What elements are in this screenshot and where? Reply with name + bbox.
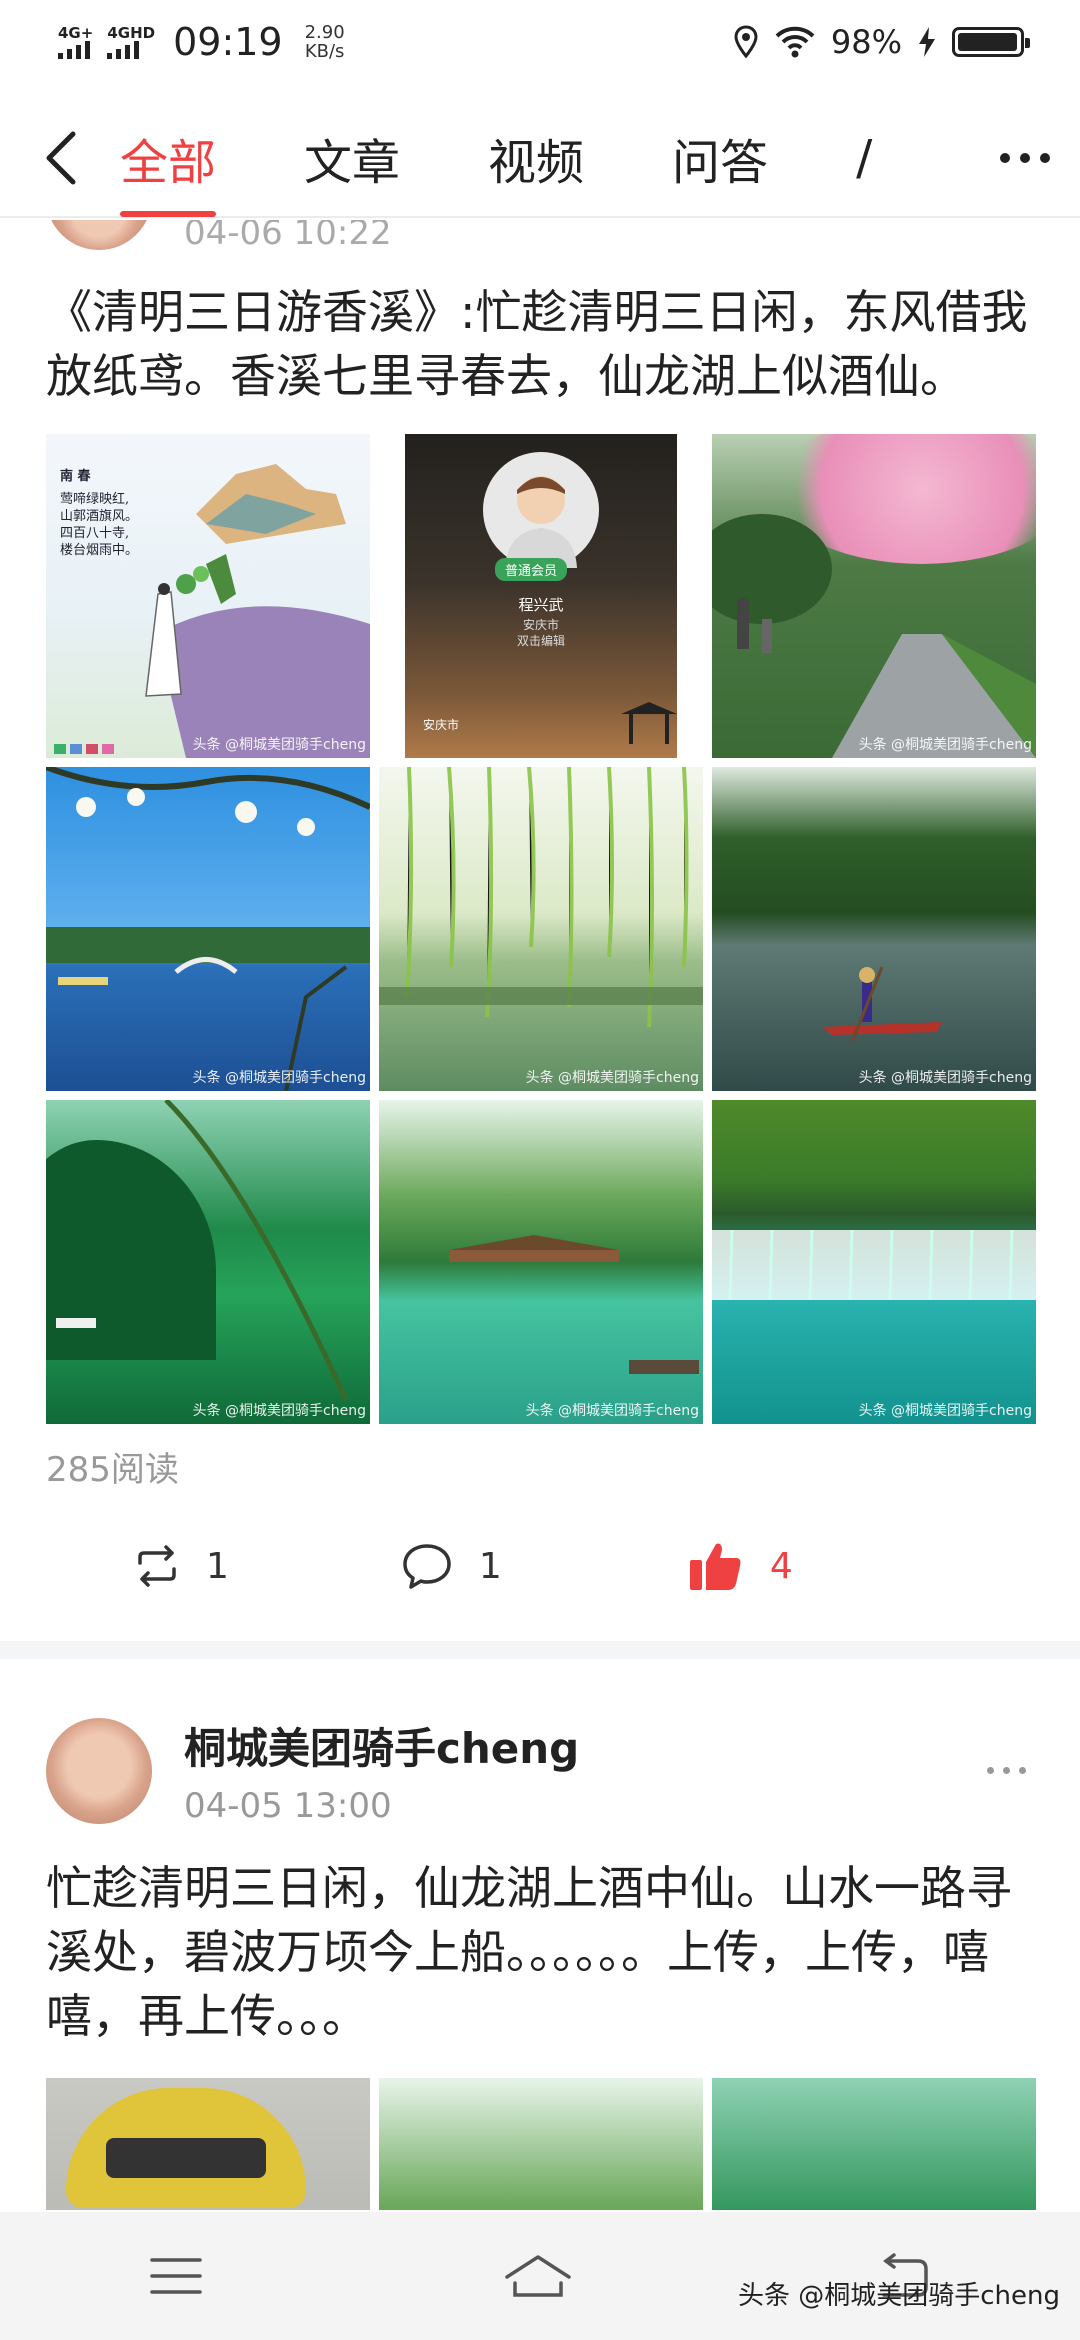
status-bar: 4G+ 4GHD 09:19 2.90 KB/s 98% (0, 0, 1080, 84)
post-text: 忙趁清明三日闲，仙龙湖上酒中仙。山水一路寻溪处，碧波万顷今上船。。。。。。上传，… (46, 1861, 1012, 2043)
pavilion-icon (621, 702, 677, 744)
image-watermark: 头条 @桐城美团骑手cheng (525, 1070, 699, 1086)
post-time: 04-05 13:00 (184, 1786, 392, 1826)
covered-bridge-image[interactable] (379, 2078, 703, 2210)
comment-count: 1 (478, 1545, 502, 1587)
comment-icon (403, 1544, 451, 1589)
tab-articles[interactable]: 文章 (304, 99, 400, 217)
system-navigation-bar: 头条 @桐城美团骑手cheng (0, 2212, 1080, 2340)
comment-button[interactable]: 1 (401, 1542, 502, 1590)
menu-icon[interactable] (150, 2256, 203, 2296)
image-watermark: 头条 @桐城美团骑手cheng (192, 1403, 366, 1419)
back-arrow-icon (46, 131, 76, 185)
tab-more-partial[interactable]: / (856, 99, 872, 217)
more-dot-icon (987, 1767, 994, 1774)
member-location: 安庆市 (423, 718, 460, 732)
tab-videos[interactable]: 视频 (488, 99, 584, 217)
poem-line: 四百八十寺, (60, 526, 130, 541)
poem-text: 南 春 莺啼绿映红, 山郭酒旗风。 四百八十寺, 楼台烟雨中。 (60, 468, 138, 559)
location-icon (734, 25, 758, 59)
network-indicator-1: 4G+ (58, 25, 93, 59)
covered-bridge-image[interactable]: 头条 @桐城美团骑手cheng (379, 1100, 703, 1424)
boat-river-image[interactable]: 头条 @桐城美团骑手cheng (712, 767, 1036, 1091)
signal-bars-icon (107, 41, 140, 59)
home-icon[interactable] (503, 2253, 573, 2299)
wifi-icon (775, 26, 815, 58)
member-name: 程兴武 (518, 596, 564, 614)
user-avatar-icon (483, 452, 599, 568)
feed: 04-06 10:22 《清明三日游香溪》:忙趁清明三日闲，东风借我放纸鸢。香溪… (0, 220, 1080, 2210)
image-watermark: 头条 @桐城美团骑手cheng (525, 1403, 699, 1419)
post: 04-06 10:22 《清明三日游香溪》:忙趁清明三日闲，东风借我放纸鸢。香溪… (0, 220, 1080, 1641)
network-speed-unit: KB/s (304, 41, 345, 62)
tab-qa[interactable]: 问答 (672, 99, 768, 217)
network-speed: 2.90 KB/s (305, 23, 345, 61)
member-hint: 双击编辑 (516, 634, 565, 648)
read-count: 285阅读 (46, 1450, 179, 1490)
like-button[interactable]: 4 (688, 1540, 793, 1592)
more-dot-icon (1019, 1767, 1026, 1774)
avatar[interactable] (46, 1717, 152, 1824)
network-indicator-2: 4GHD (107, 25, 155, 59)
more-dot-icon (1000, 153, 1010, 163)
tab-bar: 全部 文章 视频 问答 / (120, 99, 930, 217)
image-watermark: 头条 @桐城美团骑手cheng (858, 1070, 1032, 1086)
charging-icon (919, 27, 935, 57)
post: 桐城美团骑手cheng 04-05 13:00 忙趁清明三日闲，仙龙湖上酒中仙。… (0, 1659, 1080, 2210)
post-actions: 1 1 4 (46, 1491, 1034, 1641)
top-navigation: 全部 文章 视频 问答 / (0, 100, 1080, 218)
poem-line: 山郭酒旗风。 (60, 509, 139, 524)
clock: 09:19 (173, 20, 283, 64)
green-gorge-image[interactable] (712, 2078, 1036, 2210)
back-button[interactable] (0, 99, 120, 217)
image-grid (46, 2078, 1036, 2210)
network-label-1: 4G+ (58, 24, 94, 42)
more-dot-icon (1020, 153, 1030, 163)
repost-icon (138, 1545, 176, 1587)
tab-all[interactable]: 全部 (120, 99, 217, 217)
battery-percent: 98% (830, 23, 902, 61)
repost-count: 1 (206, 1545, 229, 1587)
image-watermark: 头条 @桐城美团骑手cheng (192, 737, 366, 753)
network-speed-value: 2.90 (304, 22, 345, 43)
image-watermark: 头条 @桐城美团骑手cheng (858, 737, 1032, 753)
like-count: 4 (769, 1545, 793, 1587)
signal-bars-icon (58, 41, 90, 59)
battery-icon (952, 27, 1030, 57)
author-row: 桐城美团骑手cheng 04-05 13:00 (46, 1659, 1034, 1826)
waterfall-image[interactable]: 头条 @桐城美团骑手cheng (712, 1100, 1036, 1424)
more-dot-icon (1003, 1767, 1010, 1774)
poem-painting-image[interactable]: 南 春 莺啼绿映红, 山郭酒旗风。 四百八十寺, 楼台烟雨中。 头条 @桐城美团… (46, 434, 370, 758)
post-more-button[interactable] (987, 1767, 1026, 1774)
author-name[interactable]: 桐城美团骑手cheng (184, 1715, 579, 1776)
member-city: 安庆市 (522, 618, 559, 632)
page-watermark: 头条 @桐城美团骑手cheng (737, 2281, 1060, 2311)
network-label-2: 4GHD (107, 24, 156, 42)
more-dot-icon (1040, 153, 1050, 163)
green-gorge-image[interactable]: 头条 @桐城美团骑手cheng (46, 1100, 370, 1424)
poem-line: 楼台烟雨中。 (60, 543, 139, 558)
post-separator (0, 1641, 1080, 1659)
poem-line: 莺啼绿映红, (60, 492, 130, 507)
cherry-blossom-path-image[interactable]: 头条 @桐城美团骑手cheng (712, 434, 1036, 758)
post-time: 04-06 10:22 (184, 220, 392, 253)
avatar[interactable] (46, 220, 152, 250)
selfie-helmet-image[interactable] (46, 2078, 370, 2210)
poem-title: 南 春 (60, 469, 91, 484)
willow-lake-image[interactable]: 头条 @桐城美团骑手cheng (379, 767, 703, 1091)
more-options-button[interactable] (970, 99, 1080, 217)
image-watermark: 头条 @桐城美团骑手cheng (858, 1403, 1032, 1419)
image-watermark: 头条 @桐城美团骑手cheng (192, 1070, 366, 1086)
member-badge: 普通会员 (495, 558, 568, 581)
thumbs-up-icon (689, 1543, 741, 1590)
post-text: 《清明三日游香溪》:忙趁清明三日闲，东风借我放纸鸢。香溪七里寻春去，仙龙湖上似酒… (46, 285, 1028, 403)
image-grid: 南 春 莺啼绿映红, 山郭酒旗风。 四百八十寺, 楼台烟雨中。 头条 @桐城美团… (46, 434, 1036, 1424)
member-card-image[interactable]: 普通会员 程兴武 安庆市 双击编辑 安庆市 (379, 434, 703, 758)
repost-button[interactable]: 1 (134, 1545, 229, 1587)
lake-bridge-image[interactable]: 头条 @桐城美团骑手cheng (46, 767, 370, 1091)
